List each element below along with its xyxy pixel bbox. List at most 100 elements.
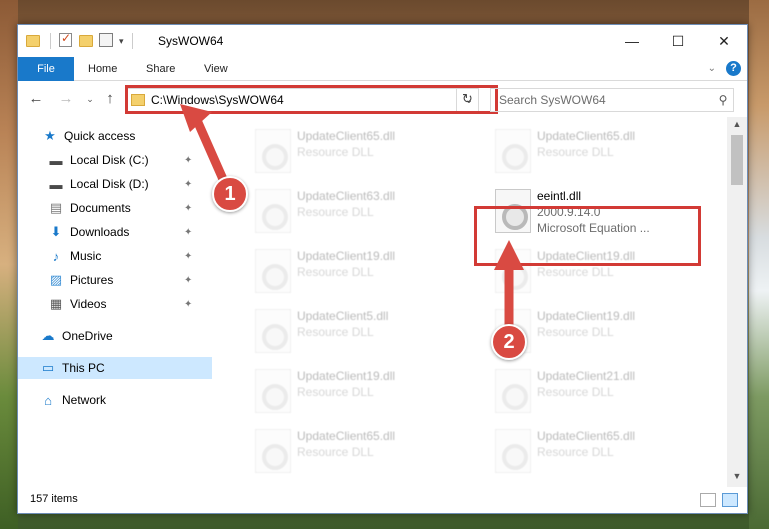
sidebar-item-quick-access[interactable]: ★ Quick access	[18, 125, 212, 147]
drive-icon: ▬	[49, 176, 63, 192]
sidebar-item-music[interactable]: ♪ Music ✦	[18, 245, 212, 267]
file-description: Resource DLL	[297, 385, 374, 399]
sidebar-item-label: Music	[70, 249, 102, 263]
pin-icon[interactable]: ✦	[184, 275, 192, 286]
sidebar-item-documents[interactable]: ▤ Documents ✦	[18, 197, 212, 219]
file-description: Resource DLL	[297, 205, 374, 219]
sidebar-item-videos[interactable]: ▦ Videos ✦	[18, 293, 212, 315]
pin-icon[interactable]: ✦	[184, 251, 192, 262]
search-icon[interactable]: ⚲	[713, 93, 733, 107]
file-item[interactable]: UpdateClient5.dll Resource DLL	[223, 303, 453, 363]
download-icon: ⬇	[50, 224, 62, 239]
file-name: UpdateClient65.dll	[537, 129, 636, 143]
file-description: Resource DLL	[537, 325, 614, 339]
back-button[interactable]: ←	[26, 90, 46, 107]
file-item[interactable]: UpdateClient65.dll Resource DLL	[223, 423, 453, 483]
maximize-button[interactable]: ☐	[655, 25, 701, 57]
recent-locations-button[interactable]: ⌄	[80, 94, 100, 105]
file-name: UpdateClient63.dll	[297, 189, 396, 203]
scroll-thumb[interactable]	[731, 135, 743, 185]
sidebar-item-local-disk-c[interactable]: ▬ Local Disk (C:) ✦	[18, 149, 212, 171]
file-item[interactable]: UpdateClient19.dll Resource DLL	[223, 243, 453, 303]
sidebar-item-downloads[interactable]: ⬇ Downloads ✦	[18, 221, 212, 243]
pin-icon[interactable]: ✦	[184, 179, 192, 190]
scroll-down-icon[interactable]: ▼	[727, 471, 747, 481]
quick-access-toolbar: ▾	[26, 31, 137, 49]
dll-file-icon	[495, 429, 531, 473]
properties-check-icon[interactable]	[59, 31, 75, 49]
file-list: UpdateClient65.dll Resource DLL UpdateCl…	[213, 117, 727, 487]
search-input[interactable]: Search SysWOW64	[499, 93, 713, 107]
pictures-icon: ▨	[49, 272, 63, 287]
file-description: Resource DLL	[537, 145, 614, 159]
drive-icon: ▬	[49, 152, 63, 168]
file-item[interactable]: UpdateClient21.dll Resource DLL	[463, 363, 693, 423]
pin-icon[interactable]: ✦	[184, 299, 192, 310]
tab-file[interactable]: File	[18, 57, 74, 81]
large-icons-view-icon[interactable]	[722, 493, 738, 507]
vertical-scrollbar[interactable]: ▲ ▼	[727, 117, 747, 487]
file-name: UpdateClient65.dll	[297, 129, 396, 143]
search-box[interactable]: Search SysWOW64 ⚲	[490, 88, 734, 112]
sidebar-item-this-pc[interactable]: ▭ This PC	[18, 357, 212, 379]
step-badge-2: 2	[491, 324, 527, 360]
dll-file-icon	[255, 249, 291, 293]
sidebar-item-pictures[interactable]: ▨ Pictures ✦	[18, 269, 212, 291]
details-view-icon[interactable]	[700, 493, 716, 507]
sidebar-item-label: Local Disk (C:)	[70, 153, 149, 167]
file-description: Resource DLL	[537, 445, 614, 459]
file-item[interactable]: UpdateClient65.dll Resource DLL	[223, 123, 453, 183]
sidebar-item-local-disk-d[interactable]: ▬ Local Disk (D:) ✦	[18, 173, 212, 195]
file-description: Resource DLL	[537, 385, 614, 399]
dll-file-icon	[255, 429, 291, 473]
sidebar-item-onedrive[interactable]: ☁ OneDrive	[18, 325, 212, 347]
sidebar-item-label: This PC	[62, 361, 105, 375]
sidebar-item-label: Documents	[70, 201, 131, 215]
file-item[interactable]: UpdateClient19.dll Resource DLL	[223, 363, 453, 423]
dll-file-icon	[255, 369, 291, 413]
dll-file-icon	[495, 369, 531, 413]
file-item[interactable]: UpdateClient65.dll Resource DLL	[463, 423, 693, 483]
file-name: UpdateClient21.dll	[537, 369, 636, 383]
up-button[interactable]: ↑	[100, 90, 120, 107]
address-highlight-box	[125, 85, 498, 114]
forward-button[interactable]: →	[56, 90, 76, 107]
new-folder-icon[interactable]	[79, 33, 95, 49]
folder-icon	[26, 33, 42, 49]
file-item[interactable]: UpdateClient65.dll Resource DLL	[463, 123, 693, 183]
file-description: Resource DLL	[297, 265, 374, 279]
title-bar: ▾ SysWOW64 — ☐ ✕	[18, 25, 747, 57]
file-description: Resource DLL	[297, 145, 374, 159]
toolbar-divider	[131, 33, 133, 49]
sidebar-item-label: Pictures	[70, 273, 114, 287]
minimize-button[interactable]: —	[609, 25, 655, 57]
sidebar-item-label: Network	[62, 393, 107, 407]
file-name: UpdateClient65.dll	[537, 429, 636, 443]
scroll-up-icon[interactable]: ▲	[727, 119, 747, 129]
customize-toolbar-chevron-icon[interactable]: ▾	[119, 36, 124, 47]
properties-icon[interactable]	[99, 33, 115, 49]
tab-home[interactable]: Home	[74, 57, 131, 81]
desktop-background-left	[0, 0, 18, 529]
tab-view[interactable]: View	[190, 57, 242, 81]
sidebar-item-network[interactable]: ⌂ Network	[18, 389, 212, 411]
desktop-background-right	[749, 0, 769, 529]
file-highlight-box	[474, 206, 701, 266]
file-description: Resource DLL	[537, 265, 614, 279]
sidebar-item-label: Videos	[70, 297, 107, 311]
tab-share[interactable]: Share	[132, 57, 189, 81]
pin-icon[interactable]: ✦	[184, 227, 192, 238]
collapse-ribbon-icon[interactable]: ⌄	[708, 63, 716, 74]
file-item[interactable]: UpdateClient63.dll Resource DLL	[223, 183, 453, 243]
file-name: UpdateClient5.dll	[297, 309, 389, 323]
pin-icon[interactable]: ✦	[184, 155, 192, 166]
close-button[interactable]: ✕	[701, 25, 747, 57]
file-description: Resource DLL	[297, 325, 374, 339]
pin-icon[interactable]: ✦	[184, 203, 192, 214]
file-name: UpdateClient19.dll	[297, 249, 396, 263]
status-bar: 157 items	[18, 487, 747, 513]
navigation-pane: ★ Quick access ▬ Local Disk (C:) ✦ ▬ Loc…	[18, 117, 212, 487]
documents-icon: ▤	[49, 200, 63, 215]
file-name: UpdateClient65.dll	[297, 429, 396, 443]
help-icon[interactable]: ?	[726, 61, 741, 76]
